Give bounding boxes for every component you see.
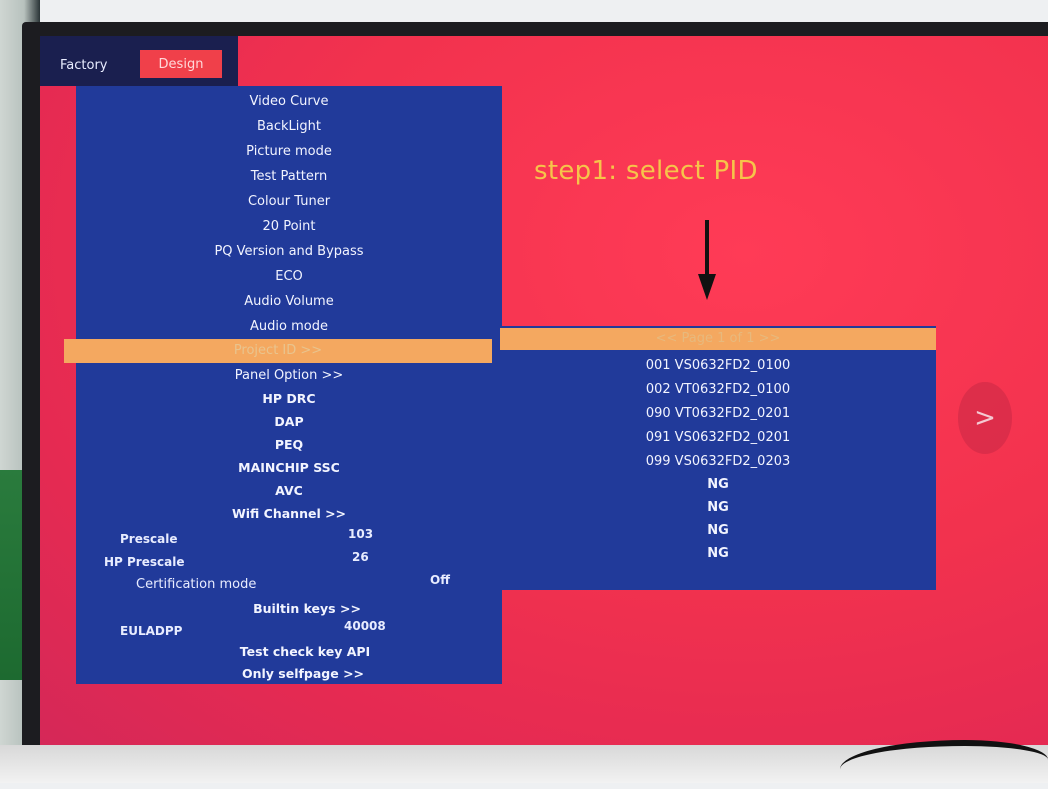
menu-item-audio-mode[interactable]: Audio mode [76, 315, 502, 339]
pid-item[interactable]: 091 VS0632FD2_0201 [500, 426, 936, 450]
factory-menu: Video Curve BackLight Picture mode Test … [64, 86, 502, 684]
pid-item[interactable]: 099 VS0632FD2_0203 [500, 450, 936, 474]
menu-item-hp-drc[interactable]: HP DRC [76, 387, 502, 411]
menu-item-peq[interactable]: PEQ [76, 433, 502, 457]
menu-item-pq-version[interactable]: PQ Version and Bypass [76, 240, 502, 264]
menu-item-panel-option[interactable]: Panel Option >> [76, 364, 502, 388]
menu-item-video-curve[interactable]: Video Curve [76, 90, 502, 114]
hp-prescale-value[interactable]: 26 [352, 550, 369, 564]
prescale-label: Prescale [120, 532, 178, 546]
menu-item-backlight[interactable]: BackLight [76, 115, 502, 139]
pid-item[interactable]: 002 VT0632FD2_0100 [500, 378, 936, 402]
certification-mode-value[interactable]: Off [430, 573, 450, 587]
pid-item[interactable]: NG [500, 519, 936, 543]
chevron-right-icon[interactable]: > [958, 382, 1012, 454]
menu-item-mainchip-ssc[interactable]: MAINCHIP SSC [76, 456, 502, 480]
menu-item-avc[interactable]: AVC [76, 479, 502, 503]
pid-item[interactable]: NG [500, 496, 936, 520]
menu-item-project-id[interactable]: Project ID >> [64, 339, 492, 363]
menu-item-eco[interactable]: ECO [76, 265, 502, 289]
menu-item-builtin-keys[interactable]: Builtin keys >> [94, 597, 520, 621]
certification-mode-label: Certification mode [136, 577, 257, 592]
arrow-down-icon [698, 220, 716, 300]
tv-screen: Factory Design Video Curve BackLight Pic… [40, 36, 1048, 756]
pid-list-panel: << Page 1 of 1 >> 001 VS0632FD2_0100 002… [500, 326, 936, 590]
pid-item[interactable]: 090 VT0632FD2_0201 [500, 402, 936, 426]
menu-item-test-check-key[interactable]: Test check key API [92, 640, 518, 664]
pid-item[interactable]: 001 VS0632FD2_0100 [500, 354, 936, 378]
menu-item-20-point[interactable]: 20 Point [76, 215, 502, 239]
pid-list-pager[interactable]: << Page 1 of 1 >> [500, 328, 936, 350]
menu-item-dap[interactable]: DAP [76, 410, 502, 434]
pid-item[interactable]: NG [500, 473, 936, 497]
tab-factory[interactable]: Factory [60, 58, 108, 73]
euladpp-value[interactable]: 40008 [344, 619, 386, 633]
tab-design[interactable]: Design [140, 50, 222, 78]
menu-item-only-selfpage[interactable]: Only selfpage >> [90, 662, 516, 686]
factory-topbar: Factory Design [40, 36, 238, 86]
menu-item-wifi-channel[interactable]: Wifi Channel >> [76, 502, 502, 526]
euladpp-label: EULADPP [120, 624, 183, 638]
menu-item-test-pattern[interactable]: Test Pattern [76, 165, 502, 189]
menu-item-picture-mode[interactable]: Picture mode [76, 140, 502, 164]
step-annotation: step1: select PID [534, 156, 758, 186]
pid-item[interactable]: NG [500, 542, 936, 566]
menu-item-audio-volume[interactable]: Audio Volume [76, 290, 502, 314]
hp-prescale-label: HP Prescale [104, 555, 185, 569]
prescale-value[interactable]: 103 [348, 527, 373, 541]
menu-item-colour-tuner[interactable]: Colour Tuner [76, 190, 502, 214]
